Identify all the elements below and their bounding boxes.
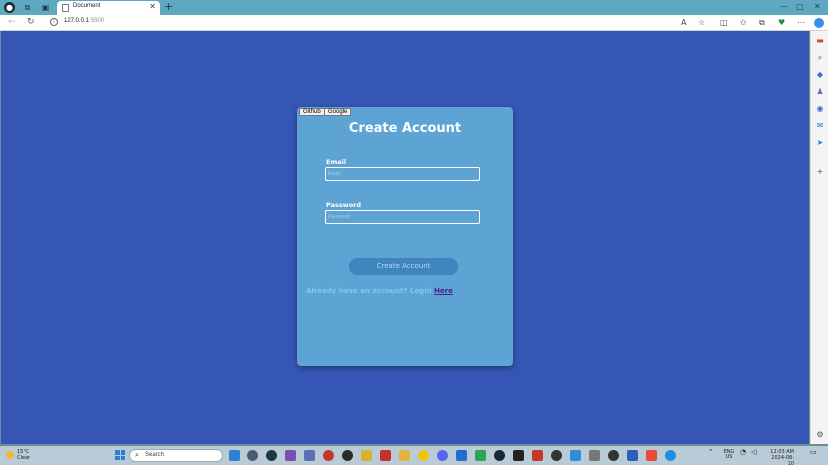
teams-icon[interactable] (304, 450, 315, 461)
edge-icon[interactable] (665, 450, 676, 461)
chrome-canary-icon[interactable] (418, 450, 429, 461)
maximize-icon[interactable]: ▢ (796, 2, 804, 11)
read-aloud-icon[interactable]: A (681, 18, 686, 28)
clock-date: 2024-08-10 (771, 455, 794, 465)
windows-start-icon[interactable] (115, 450, 125, 460)
github-button[interactable]: Github (299, 108, 325, 116)
edge-dev-icon[interactable] (608, 450, 619, 461)
url-field[interactable]: 127.0.0.1:5500 (64, 18, 104, 24)
workspaces-icon[interactable]: ⧉ (22, 2, 33, 13)
mail-app-icon[interactable] (627, 450, 638, 461)
chevron-up-icon[interactable]: ⌃ (708, 449, 714, 456)
outlook-icon[interactable]: ✉ (815, 121, 825, 131)
github-desktop-icon[interactable] (266, 450, 277, 461)
visual-studio-icon[interactable] (285, 450, 296, 461)
add-icon[interactable]: + (815, 167, 825, 177)
settings-gear-icon[interactable]: ⚙ (815, 430, 825, 440)
email-label: Email (326, 158, 347, 166)
close-tab-icon[interactable]: ✕ (149, 2, 156, 11)
new-tab-button[interactable]: + (164, 1, 173, 13)
browser-essentials-icon[interactable]: ♥ (778, 18, 785, 28)
settings-app-icon[interactable] (551, 450, 562, 461)
vscode-icon[interactable] (229, 450, 240, 461)
document-icon (62, 4, 69, 12)
tab-document[interactable]: Document ✕ (57, 1, 160, 15)
split-screen-icon[interactable]: ◫ (720, 18, 728, 28)
login-prompt-text: Already have an account? Login (306, 287, 435, 295)
discord-icon[interactable] (437, 450, 448, 461)
tab-title: Document (73, 3, 101, 9)
taskbar: 15°C Clear ⌕ Search ⌃ ENG US ◔ ◁ 12:03 AM 2… (0, 446, 828, 465)
acrobat-icon[interactable] (380, 450, 391, 461)
steam-icon[interactable] (494, 450, 505, 461)
sticky-notes-icon[interactable] (361, 450, 372, 461)
url-port: :5500 (89, 18, 105, 24)
copilot-sidebar-icon[interactable]: ◉ (815, 104, 825, 114)
url-host: 127.0.0.1 (64, 18, 90, 24)
login-link[interactable]: Here (434, 287, 453, 295)
epic-games-icon[interactable] (513, 450, 524, 461)
favorite-star-icon[interactable]: ☆ (698, 18, 705, 28)
outlook-app-icon[interactable] (456, 450, 467, 461)
favorites-icon[interactable]: ✩ (740, 18, 747, 28)
taskbar-search[interactable]: ⌕ Search (129, 449, 223, 462)
xbox-icon[interactable] (475, 450, 486, 461)
page-title: Create Account (348, 121, 462, 136)
back-icon[interactable]: ← (8, 17, 16, 27)
briefcase-icon[interactable]: ▬ (815, 36, 825, 46)
page-viewport: Github Google Create Account Email Email… (1, 31, 809, 444)
media-icon[interactable] (342, 450, 353, 461)
people-icon[interactable]: ♟ (815, 87, 825, 97)
minimize-icon[interactable]: — (780, 2, 788, 11)
language-bottom: US (725, 454, 733, 460)
taskbar-search-placeholder: Search (145, 452, 165, 458)
clock[interactable]: 12:03 AM 2024-08-10 (766, 449, 794, 465)
app-icon[interactable] (247, 450, 258, 461)
calculator-icon[interactable] (589, 450, 600, 461)
browser-tab-bar: ● ⧉ ▣ Document ✕ + — ▢ ✕ (0, 0, 828, 15)
file-explorer-icon[interactable] (399, 450, 410, 461)
google-button[interactable]: Google (324, 108, 352, 116)
mail-icon[interactable] (570, 450, 581, 461)
msi-icon[interactable] (532, 450, 543, 461)
tab-actions-icon[interactable]: ▣ (40, 2, 51, 13)
password-label: Password (326, 201, 362, 209)
moon-weather-icon (6, 451, 14, 459)
notification-bell-icon[interactable]: ▭ (810, 449, 817, 456)
snipping-tool-icon[interactable] (646, 450, 657, 461)
create-account-button[interactable]: Create Account (349, 258, 458, 275)
copilot-icon[interactable] (814, 18, 824, 28)
weather-desc: Clear (17, 455, 31, 461)
email-field[interactable]: Email (325, 167, 480, 181)
shopping-tag-icon[interactable]: ◆ (815, 70, 825, 80)
collections-icon[interactable]: ⧉ (759, 18, 765, 28)
send-icon[interactable]: ➤ (815, 138, 825, 148)
close-window-icon[interactable]: ✕ (814, 2, 821, 11)
language-indicator[interactable]: ENG US (722, 450, 736, 460)
refresh-icon[interactable]: ↻ (27, 17, 35, 27)
volume-icon[interactable]: ◁ (751, 449, 756, 456)
wifi-icon[interactable]: ◔ (740, 449, 746, 456)
login-prompt: Already have an account? Login Here (306, 287, 453, 295)
opera-icon[interactable] (323, 450, 334, 461)
profile-avatar-icon[interactable]: ● (4, 2, 15, 13)
search-icon[interactable]: ⌕ (815, 53, 825, 63)
address-bar: ← ↻ i 127.0.0.1:5500 A ☆ ◫ ✩ ⧉ ♥ ⋯ (0, 15, 828, 31)
site-info-icon[interactable]: i (50, 18, 58, 26)
signup-card: Github Google Create Account Email Email… (297, 107, 513, 366)
sidebar-panel: ▬ ⌕ ◆ ♟ ◉ ✉ ➤ + ⚙ (810, 31, 828, 444)
password-field[interactable]: Password (325, 210, 480, 224)
more-menu-icon[interactable]: ⋯ (797, 18, 805, 28)
search-icon: ⌕ (135, 451, 139, 459)
